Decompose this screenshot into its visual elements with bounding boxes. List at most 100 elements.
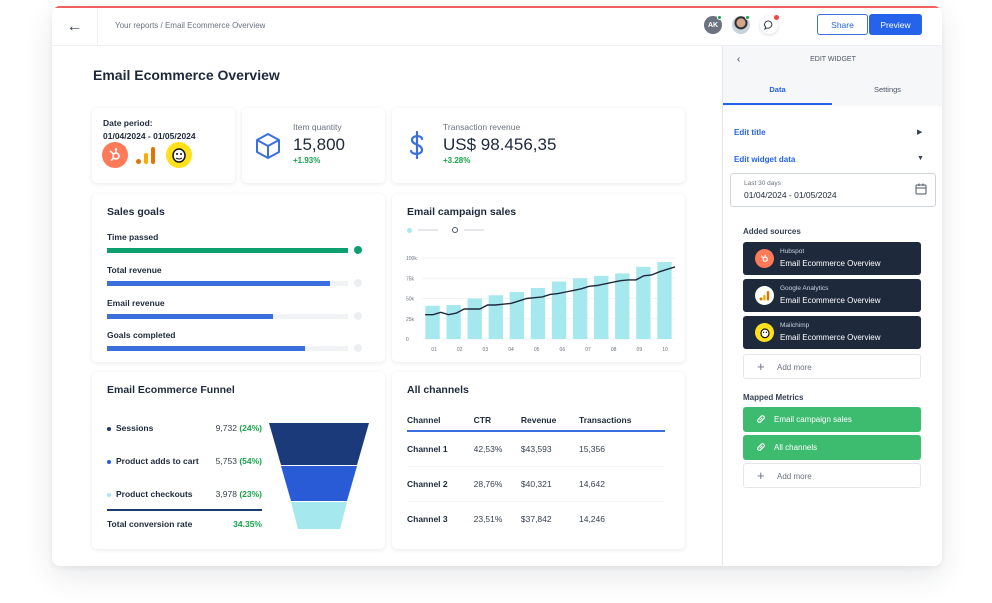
dollar-icon [409, 130, 424, 160]
bar [488, 295, 503, 339]
bar [425, 305, 440, 339]
source-item-mailchimp[interactable]: Mailchimp Email Ecommerce Overview [743, 316, 921, 349]
breadcrumb[interactable]: Your reports / Email Ecommerce Overview [115, 21, 265, 30]
edit-title-link[interactable]: Edit title [734, 128, 766, 137]
column-header[interactable]: Transactions [578, 409, 665, 432]
stage-label: Sessions [116, 423, 154, 433]
goal-progress-fill [107, 314, 274, 319]
sales-goals-card[interactable]: Sales goals Time passed Total revenue Emai… [92, 194, 385, 362]
page-title: Email Ecommerce Overview [93, 67, 280, 83]
all-channels-card[interactable]: All channels Channel CTR Revenue Transactio… [392, 372, 685, 549]
kpi-item-quantity-card: Item quantity 15,800 +1.93% [242, 108, 385, 183]
goal-label: Goals completed [107, 330, 176, 340]
funnel-stage-value: 9,732 (24%) [216, 423, 262, 433]
column-header[interactable]: Revenue [520, 409, 579, 432]
funnel-stage-value: 3,978 (23%) [216, 489, 262, 499]
y-tick-label: 25k [406, 317, 415, 323]
panel-title: EDIT WIDGET [810, 56, 856, 63]
box-icon [256, 133, 280, 159]
stage-label: Product adds to cart [116, 456, 199, 466]
kpi-change: +1.93% [293, 156, 321, 165]
table-cell: Channel 1 [407, 431, 474, 467]
pending-status-icon [354, 279, 362, 287]
caret-down-icon[interactable]: ▼ [917, 155, 924, 162]
caret-right-icon[interactable]: ▶ [917, 128, 922, 136]
goal-progress-fill [107, 346, 305, 351]
online-indicator [745, 15, 750, 20]
calendar-icon[interactable] [915, 183, 927, 195]
source-item-google-analytics[interactable]: Google Analytics Email Ecommerce Overvie… [743, 279, 921, 312]
back-button[interactable]: ← [52, 8, 98, 46]
online-indicator [717, 15, 722, 20]
card-title: All channels [407, 384, 469, 396]
edit-widget-data-link[interactable]: Edit widget data [734, 155, 795, 164]
mapped-metrics-label: Mapped Metrics [743, 393, 804, 402]
kpi-change: +3.28% [443, 156, 471, 165]
goal-progress-bar [107, 314, 348, 319]
source-item-hubspot[interactable]: Hubspot Email Ecommerce Overview [743, 242, 921, 275]
kpi-value: 15,800 [293, 135, 345, 154]
date-range-preset: Last 30 days [744, 180, 781, 187]
preview-button[interactable]: Preview [869, 14, 922, 35]
funnel-segment [281, 466, 357, 501]
stage-color-dot [107, 426, 111, 431]
stage-count: 9,732 [215, 423, 237, 433]
table-cell: 14,246 [578, 513, 605, 524]
funnel-chart [269, 423, 369, 529]
column-header[interactable]: Channel [407, 409, 474, 432]
metric-label: All channels [774, 443, 818, 452]
date-period-title: Date period: [103, 118, 153, 128]
x-tick-label: 01 [431, 347, 437, 353]
add-source-button[interactable]: + Add more [743, 354, 921, 379]
date-range-picker[interactable]: Last 30 days 01/04/2024 - 01/05/2024 [730, 173, 936, 207]
mapped-metric-email-campaign-sales[interactable]: Email campaign sales [743, 407, 921, 432]
table-cell: 42,53% [473, 431, 521, 467]
y-tick-label: 0 [406, 337, 409, 343]
table-cell: Channel 2 [407, 466, 474, 502]
y-tick-label: 50k [406, 297, 415, 303]
table-row: Channel 3 23,51% $37,842 14,246 [407, 501, 665, 536]
chat-bubble-icon [764, 20, 773, 30]
email-campaign-sales-card[interactable]: Email campaign sales 0 25k 50k 75k 100k 01 02 0… [392, 194, 685, 362]
kpi-transaction-revenue-card: Transaction revenue US$ 98.456,35 +3.28% [392, 108, 685, 183]
mailchimp-icon [755, 323, 774, 342]
plus-icon: + [757, 359, 765, 374]
comments-button[interactable] [760, 15, 779, 34]
table-cell: $40,321 [520, 466, 579, 502]
x-tick-label: 04 [508, 347, 514, 353]
goal-progress-fill [107, 248, 348, 253]
channels-table: Channel CTR Revenue Transactions Channel 14… [407, 409, 665, 536]
email-ecommerce-funnel-card[interactable]: Email Ecommerce Funnel Sessions 9,732 (24… [92, 372, 385, 549]
kpi-label: Item quantity [293, 122, 342, 132]
bar [615, 273, 630, 339]
share-button[interactable]: Share [817, 14, 868, 35]
tab-settings[interactable]: Settings [833, 85, 942, 105]
stage-label: Product checkouts [116, 489, 193, 499]
mapped-metric-all-channels[interactable]: All channels [743, 435, 921, 460]
hubspot-icon [102, 142, 128, 168]
add-more-label: Add more [777, 363, 812, 372]
google-analytics-icon [755, 286, 774, 305]
goal-progress-fill [107, 281, 330, 286]
bar [551, 281, 567, 339]
bar [446, 304, 461, 339]
total-conversion-label: Total conversion rate [107, 519, 193, 529]
x-tick-label: 08 [611, 347, 617, 353]
check-circle-icon [354, 246, 362, 258]
x-tick-label: 10 [662, 347, 668, 353]
goal-progress-bar [107, 281, 348, 286]
add-metric-button[interactable]: + Add more [743, 463, 921, 488]
goal-label: Email revenue [107, 298, 165, 308]
total-conversion-value: 34.35% [233, 519, 262, 529]
x-tick-label: 02 [457, 347, 463, 353]
hubspot-icon [755, 249, 774, 268]
tab-data[interactable]: Data [723, 85, 832, 105]
source-name: Google Analytics [780, 285, 829, 292]
source-name: Mailchimp [780, 322, 810, 329]
google-analytics-icon [136, 144, 158, 166]
table-cell: 23,51% [473, 513, 503, 524]
pending-status-icon [354, 312, 362, 320]
x-tick-label: 03 [483, 347, 489, 353]
stage-percent: (23%) [239, 489, 262, 499]
column-header[interactable]: CTR [473, 409, 521, 432]
